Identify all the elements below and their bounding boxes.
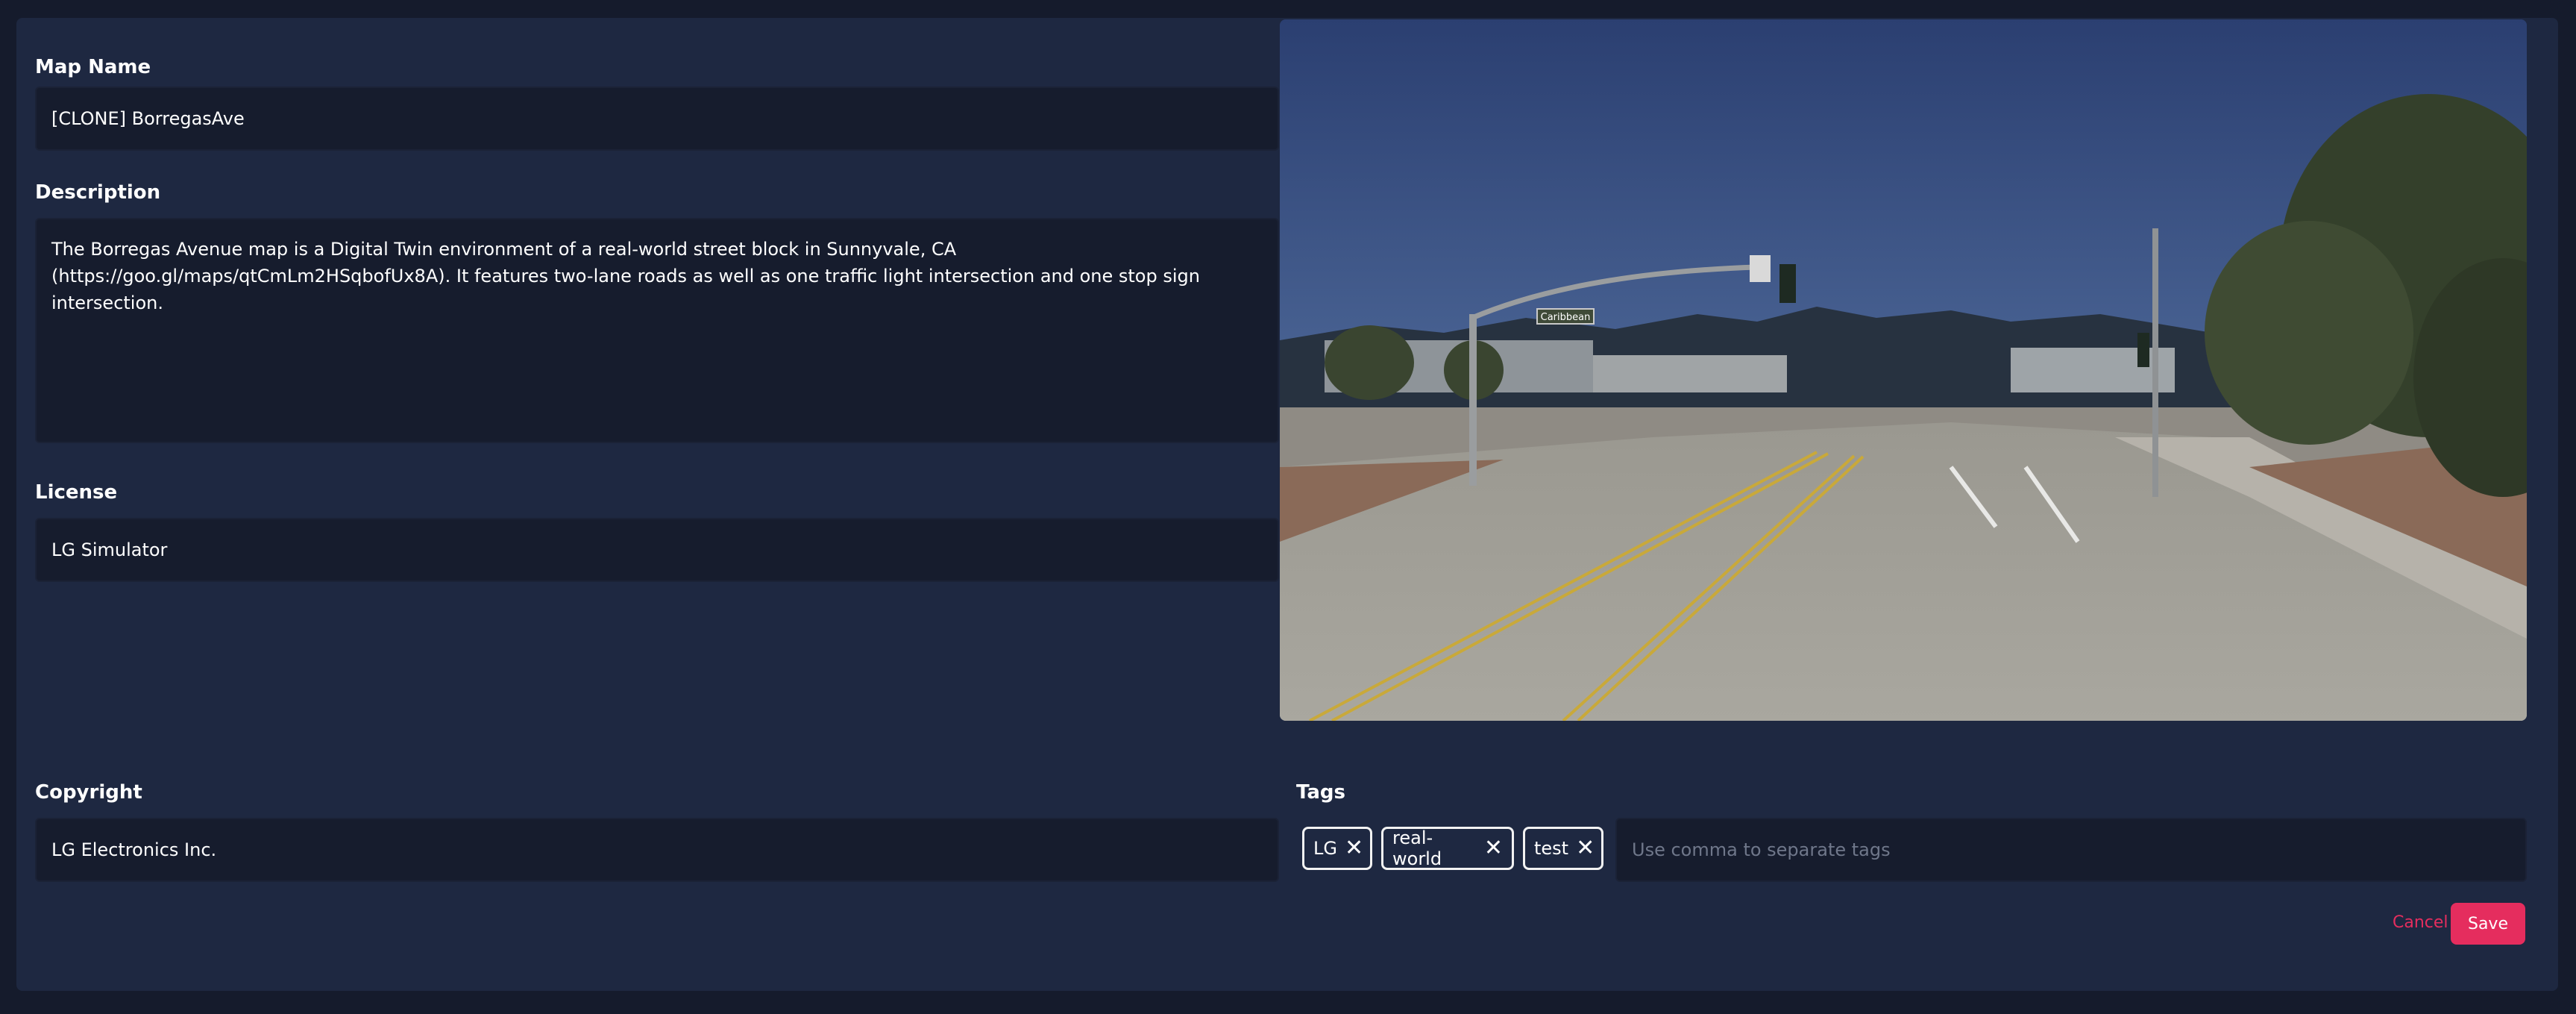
tags-input[interactable]: Use comma to separate tags xyxy=(1615,818,2527,882)
tag-chip-label: LG xyxy=(1313,838,1337,859)
street-sign-text: Caribbean xyxy=(1541,312,1591,323)
tag-chip-lg: LG ✕ xyxy=(1302,827,1372,870)
street-scene-illustration: Caribbean xyxy=(1280,19,2527,721)
license-input[interactable]: LG Simulator xyxy=(35,518,1279,582)
close-icon[interactable]: ✕ xyxy=(1345,837,1363,860)
description-textarea[interactable]: The Borregas Avenue map is a Digital Twi… xyxy=(35,218,1279,443)
copyright-label: Copyright xyxy=(35,781,142,804)
close-icon[interactable]: ✕ xyxy=(1576,837,1595,860)
save-button[interactable]: Save xyxy=(2451,903,2525,945)
map-name-label: Map Name xyxy=(35,56,151,78)
map-preview-image: Caribbean xyxy=(1280,19,2527,721)
tag-chip-label: test xyxy=(1534,838,1569,859)
copyright-input[interactable]: LG Electronics Inc. xyxy=(35,818,1279,882)
license-label: License xyxy=(35,481,118,504)
description-label: Description xyxy=(35,181,161,204)
close-icon[interactable]: ✕ xyxy=(1484,837,1503,860)
tags-label: Tags xyxy=(1296,781,1346,804)
tag-chip-real-world: real-world ✕ xyxy=(1381,827,1514,870)
tag-chip-test: test ✕ xyxy=(1523,827,1603,870)
map-name-input[interactable]: [CLONE] BorregasAve xyxy=(35,87,1279,151)
tag-chip-label: real-world xyxy=(1392,827,1442,869)
cancel-button[interactable]: Cancel xyxy=(2387,904,2454,943)
